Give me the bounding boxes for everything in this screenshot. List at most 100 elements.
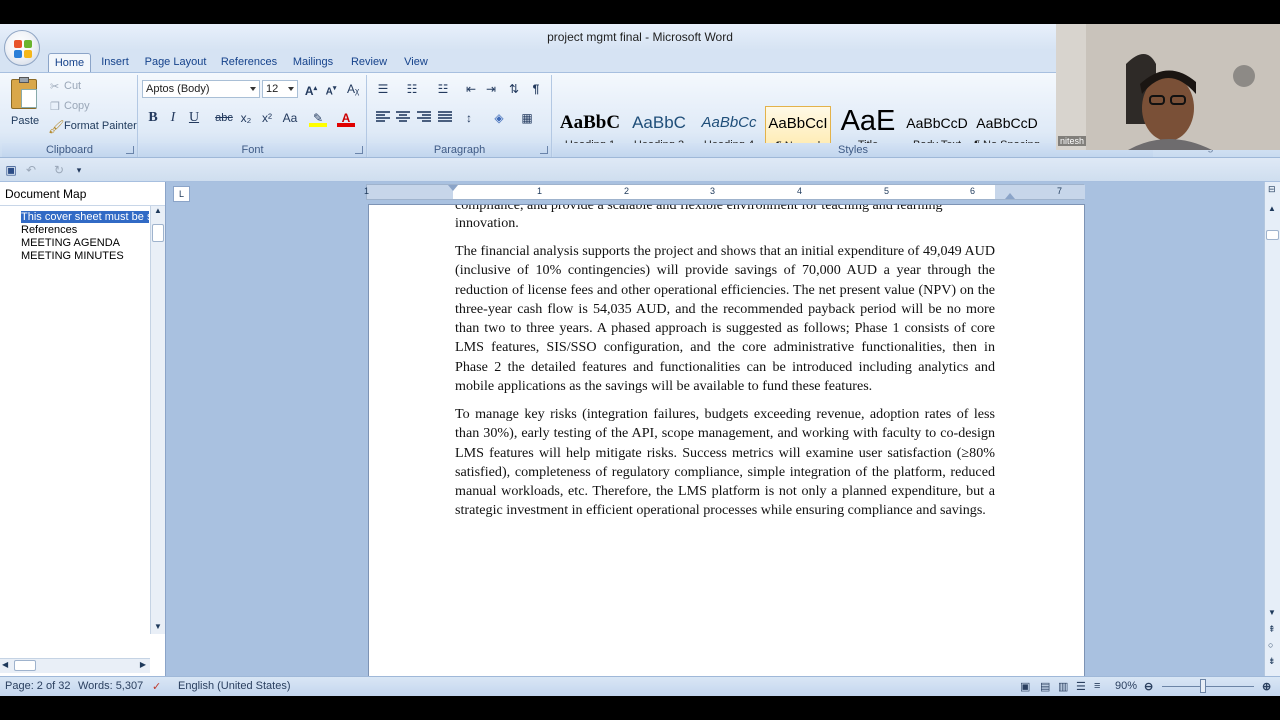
font-size-select[interactable]: 12 bbox=[262, 80, 298, 98]
zoom-level[interactable]: 90% bbox=[1115, 680, 1137, 692]
office-button[interactable] bbox=[4, 30, 40, 66]
font-family-value: Aptos (Body) bbox=[146, 83, 210, 95]
scroll-right-icon[interactable]: ▶ bbox=[140, 660, 146, 669]
change-case-icon[interactable]: Aa bbox=[281, 109, 299, 127]
continued-line-end: innovation. bbox=[455, 215, 519, 231]
copy-button[interactable]: ❐ Copy bbox=[48, 97, 128, 115]
draft-view-icon[interactable]: ≡ bbox=[1094, 680, 1100, 692]
paste-button[interactable]: Paste bbox=[6, 77, 42, 135]
bullets-icon[interactable]: ☰ bbox=[374, 80, 392, 98]
strikethrough-icon[interactable]: abc bbox=[215, 109, 233, 127]
cut-button[interactable]: ✂ Cut bbox=[48, 77, 128, 95]
increase-indent-icon[interactable]: ⇥ bbox=[482, 80, 500, 98]
show-formatting-marks-icon[interactable]: ¶ bbox=[527, 80, 545, 98]
scissors-icon: ✂ bbox=[50, 81, 60, 93]
web-layout-icon[interactable]: ▥ bbox=[1058, 680, 1068, 693]
highlight-icon[interactable]: ✎ bbox=[309, 109, 327, 127]
vertical-scrollbar[interactable]: ⊟ ▲ ▼ ⇞ ○ ⇟ bbox=[1264, 182, 1280, 676]
tab-view[interactable]: View bbox=[398, 53, 434, 72]
clear-formatting-icon[interactable]: Aᵪ bbox=[344, 80, 362, 98]
font-family-select[interactable]: Aptos (Body) bbox=[142, 80, 260, 98]
language[interactable]: English (United States) bbox=[178, 680, 291, 692]
scroll-left-icon[interactable]: ◀ bbox=[2, 660, 8, 669]
clipboard-group-label: Clipboard bbox=[2, 143, 137, 157]
horizontal-ruler[interactable]: 1 1 2 3 4 5 6 7 bbox=[364, 184, 1085, 200]
tab-insert[interactable]: Insert bbox=[96, 53, 134, 72]
document-map-title: Document Map bbox=[0, 182, 165, 206]
right-indent-marker[interactable] bbox=[1005, 193, 1015, 199]
underline-icon[interactable]: U bbox=[185, 109, 203, 127]
subscript-icon[interactable]: x₂ bbox=[237, 109, 255, 127]
paragraph-launcher-icon[interactable] bbox=[540, 146, 548, 154]
map-item-cover-sheet[interactable]: This cover sheet must be s bbox=[21, 211, 149, 223]
save-icon[interactable]: ▣ bbox=[2, 161, 20, 179]
map-item-meeting-agenda[interactable]: MEETING AGENDA bbox=[21, 237, 120, 249]
paragraph-group-label: Paragraph bbox=[368, 143, 551, 157]
document-map-vertical-scrollbar[interactable]: ▲ ▼ bbox=[150, 206, 165, 634]
word-count[interactable]: Words: 5,307 bbox=[78, 680, 143, 692]
align-center-icon[interactable] bbox=[396, 111, 410, 123]
tab-page-layout[interactable]: Page Layout bbox=[141, 53, 210, 72]
undo-icon[interactable]: ↶ bbox=[22, 161, 40, 179]
next-page-icon[interactable]: ⇟ bbox=[1268, 656, 1276, 667]
scroll-down-icon[interactable]: ▼ bbox=[152, 622, 164, 634]
format-painter-button[interactable]: 🖌 Format Painter bbox=[48, 117, 137, 135]
map-item-references[interactable]: References bbox=[21, 224, 77, 236]
print-layout-view-icon[interactable]: ▣ bbox=[1020, 680, 1030, 693]
webcam-name-label: nitesh bbox=[1058, 136, 1087, 146]
page-count[interactable]: Page: 2 of 32 bbox=[5, 680, 70, 692]
zoom-in-icon[interactable]: ⊕ bbox=[1262, 680, 1271, 693]
tab-references[interactable]: References bbox=[218, 53, 280, 72]
style-preview: AaBbCcD bbox=[976, 115, 1038, 131]
numbering-icon[interactable]: ☷ bbox=[403, 80, 421, 98]
scroll-thumb[interactable] bbox=[14, 660, 36, 671]
bold-icon[interactable]: B bbox=[144, 109, 162, 127]
tab-home[interactable]: Home bbox=[48, 53, 91, 72]
customize-toolbar-icon[interactable]: ▾ bbox=[70, 161, 88, 179]
proofing-icon[interactable]: ✓ bbox=[152, 680, 161, 693]
zoom-slider-thumb[interactable] bbox=[1200, 679, 1206, 693]
clipboard-launcher-icon[interactable] bbox=[126, 146, 134, 154]
line-spacing-icon[interactable]: ↕ bbox=[460, 109, 478, 127]
sort-icon[interactable]: ⇅ bbox=[505, 80, 523, 98]
italic-icon[interactable]: I bbox=[164, 109, 182, 127]
ruler-number: 1 bbox=[364, 186, 370, 196]
tab-selector-icon[interactable]: L bbox=[173, 186, 190, 202]
document-page[interactable]: compliance, and provide a scalable and f… bbox=[368, 204, 1085, 676]
first-line-indent-marker[interactable] bbox=[448, 185, 458, 191]
webcam-overlay: nitesh bbox=[1056, 24, 1280, 150]
select-browse-object-icon[interactable]: ○ bbox=[1268, 640, 1273, 650]
align-right-icon[interactable] bbox=[417, 111, 431, 123]
paste-label: Paste bbox=[11, 115, 40, 127]
scroll-up-icon[interactable]: ▲ bbox=[152, 206, 164, 218]
scroll-down-icon[interactable]: ▼ bbox=[1268, 608, 1276, 617]
outline-view-icon[interactable]: ☰ bbox=[1076, 680, 1086, 693]
document-map-horizontal-scrollbar[interactable]: ◀ ▶ bbox=[0, 658, 150, 673]
shading-icon[interactable]: ◈ bbox=[490, 109, 508, 127]
align-left-icon[interactable] bbox=[376, 111, 390, 123]
redo-icon[interactable]: ↻ bbox=[50, 161, 68, 179]
zoom-slider[interactable] bbox=[1162, 686, 1254, 687]
font-launcher-icon[interactable] bbox=[355, 146, 363, 154]
scroll-up-icon[interactable]: ▲ bbox=[1268, 204, 1276, 213]
font-color-icon[interactable]: A bbox=[337, 109, 355, 127]
ruler-number: 7 bbox=[1057, 186, 1063, 196]
decrease-indent-icon[interactable]: ⇤ bbox=[462, 80, 480, 98]
tab-review[interactable]: Review bbox=[347, 53, 391, 72]
tab-mailings[interactable]: Mailings bbox=[288, 53, 338, 72]
shrink-font-icon[interactable]: A▾ bbox=[322, 80, 340, 98]
copy-label: Copy bbox=[64, 100, 90, 112]
ruler-toggle-icon[interactable]: ⊟ bbox=[1268, 184, 1276, 195]
scroll-thumb[interactable] bbox=[1266, 230, 1279, 240]
multilevel-list-icon[interactable]: ☳ bbox=[434, 80, 452, 98]
superscript-icon[interactable]: x² bbox=[258, 109, 276, 127]
scroll-thumb[interactable] bbox=[152, 224, 164, 242]
map-item-meeting-minutes[interactable]: MEETING MINUTES bbox=[21, 250, 124, 262]
borders-icon[interactable]: ▦ bbox=[518, 109, 536, 127]
grow-font-icon[interactable]: A▴ bbox=[302, 80, 320, 98]
justify-icon[interactable] bbox=[438, 111, 452, 123]
zoom-out-icon[interactable]: ⊖ bbox=[1144, 680, 1153, 693]
quick-access-toolbar: ▣ ↶ ↻ ▾ bbox=[0, 158, 1280, 182]
previous-page-icon[interactable]: ⇞ bbox=[1268, 624, 1276, 635]
full-screen-reading-icon[interactable]: ▤ bbox=[1040, 680, 1050, 693]
